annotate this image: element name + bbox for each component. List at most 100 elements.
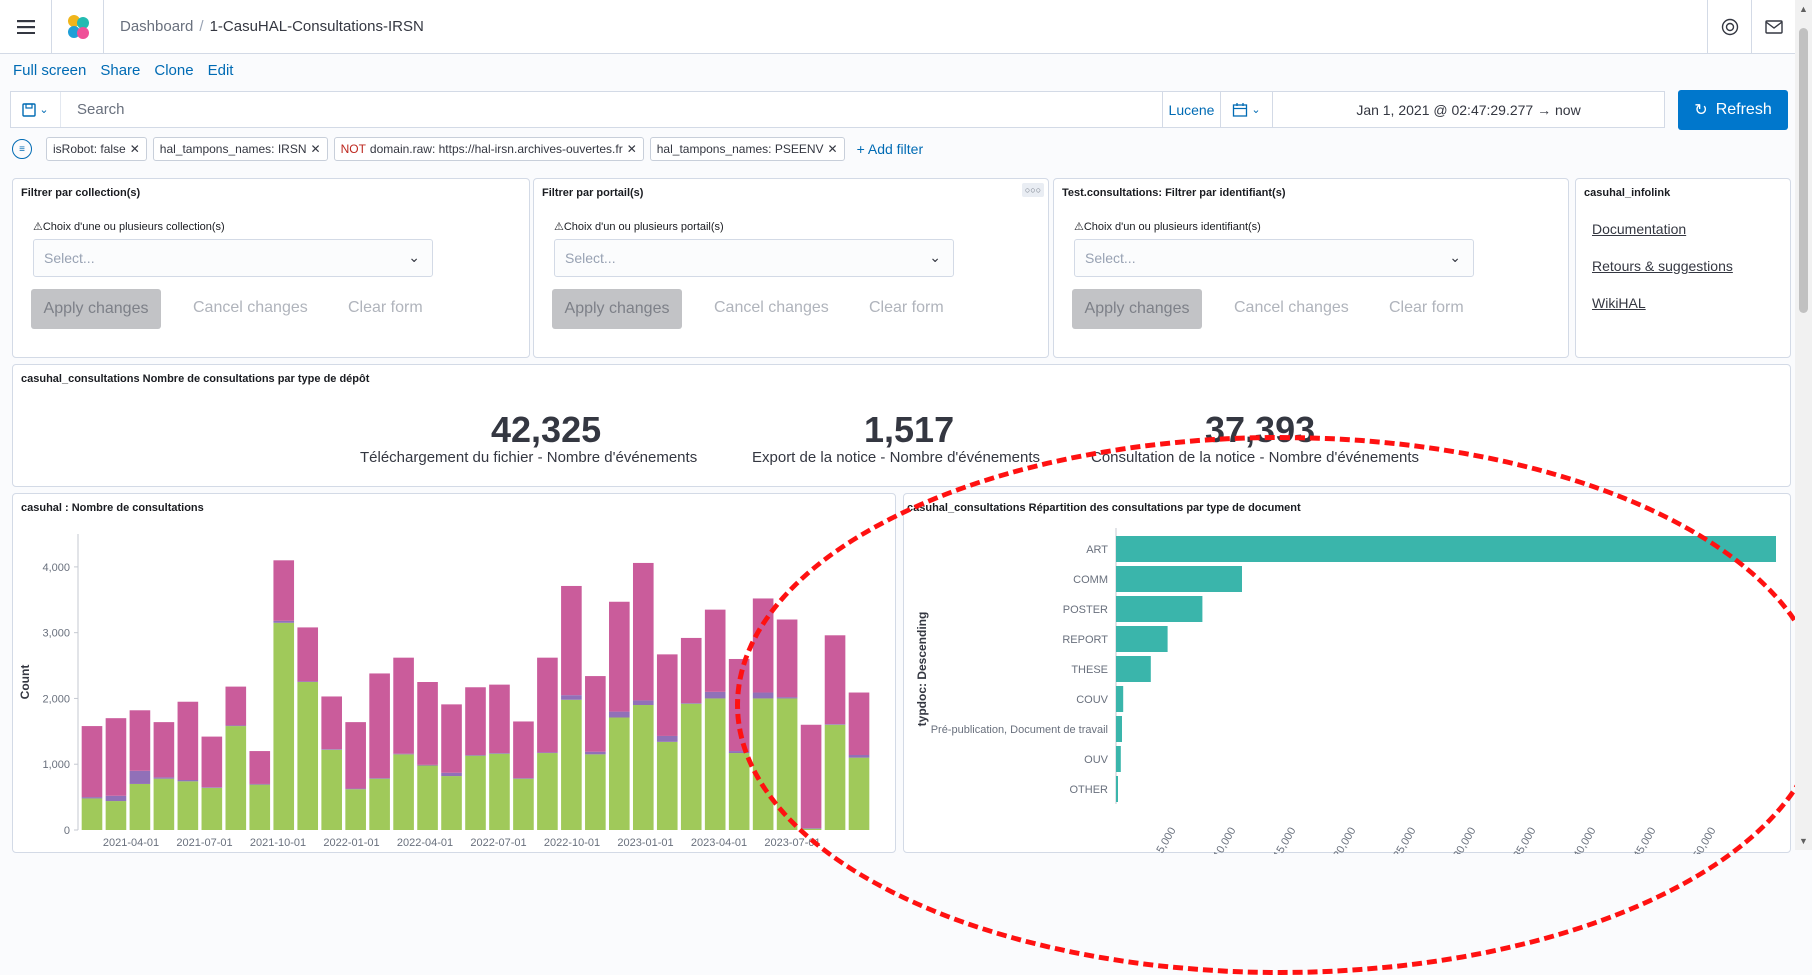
panel-title: casuhal_consultations Nombre de consulta… bbox=[21, 373, 370, 385]
refresh-label: Refresh bbox=[1715, 101, 1772, 118]
apply-changes-button[interactable]: Apply changes bbox=[552, 289, 682, 329]
refresh-button[interactable]: ↻ Refresh bbox=[1678, 90, 1788, 130]
mail-icon[interactable] bbox=[1751, 0, 1795, 54]
scrollbar-thumb[interactable] bbox=[1799, 28, 1808, 313]
bar-segment bbox=[704, 698, 726, 830]
wikihal-link[interactable]: WikiHAL bbox=[1592, 295, 1646, 311]
x-tick-label: 2021-10-01 bbox=[250, 837, 306, 849]
bar bbox=[1116, 626, 1168, 652]
chevron-down-icon: ⌄ bbox=[1251, 104, 1261, 116]
collection-select[interactable]: Select... ⌄ bbox=[33, 239, 433, 277]
retours-suggestions-link[interactable]: Retours & suggestions bbox=[1592, 258, 1733, 274]
bar-segment bbox=[393, 753, 414, 755]
chevron-down-icon: ⌄ bbox=[39, 104, 49, 116]
scroll-up-icon[interactable]: ▲ bbox=[1799, 4, 1808, 14]
bar-segment bbox=[129, 710, 151, 771]
apply-changes-button[interactable]: Apply changes bbox=[31, 289, 161, 329]
close-icon[interactable]: ✕ bbox=[130, 142, 140, 156]
bar-segment bbox=[656, 741, 678, 830]
bar-segment bbox=[656, 654, 678, 736]
y-tick-label: 0 bbox=[64, 825, 70, 837]
full-screen-link[interactable]: Full screen bbox=[13, 62, 86, 79]
horizontal-bar-chart: typdoc: Descending ART COMM POSTER REPORT THE… bbox=[915, 528, 1776, 854]
filter-options-icon[interactable]: ≡ bbox=[12, 139, 32, 159]
bar-segment bbox=[129, 783, 151, 830]
bar-segment bbox=[632, 700, 654, 706]
bar-segment bbox=[177, 701, 199, 781]
bar-segment bbox=[800, 828, 822, 830]
breadcrumb-dashboard[interactable]: Dashboard bbox=[120, 18, 193, 35]
bar-segment bbox=[249, 751, 271, 784]
x-tick-label: 2022-04-01 bbox=[397, 837, 453, 849]
scrollbar[interactable]: ▲ ▼ bbox=[1795, 0, 1812, 850]
control-label: ⚠Choix d'une ou plusieurs collection(s) bbox=[33, 221, 225, 233]
scroll-down-icon[interactable]: ▼ bbox=[1799, 836, 1808, 846]
bar-segment bbox=[81, 797, 103, 799]
filter-pill[interactable]: isRobot: false ✕ bbox=[46, 137, 147, 161]
bar-segment bbox=[177, 781, 199, 830]
panel-options-icon[interactable]: ○○○ bbox=[1022, 183, 1044, 197]
close-icon[interactable]: ✕ bbox=[627, 142, 637, 156]
query-bar: ⌄ Search Lucene ⌄ Jan 1, 2021 @ 02:47:29… bbox=[10, 91, 1665, 128]
bar-segment bbox=[609, 601, 630, 712]
filter-label: domain.raw: https://hal-irsn.archives-ou… bbox=[369, 142, 623, 156]
x-tick-label: 2023-01-01 bbox=[617, 837, 673, 849]
clear-form-button[interactable]: Clear form bbox=[869, 299, 944, 317]
bar-segment bbox=[345, 789, 366, 830]
identifiant-select[interactable]: Select... ⌄ bbox=[1074, 239, 1474, 277]
filter-label: hal_tampons_names: IRSN bbox=[159, 142, 307, 156]
date-quick-select[interactable]: ⌄ bbox=[1220, 92, 1272, 127]
bar-segment bbox=[585, 751, 606, 755]
x-tick-label: 2021-07-01 bbox=[176, 837, 232, 849]
filter-pill[interactable]: hal_tampons_names: PSEENV ✕ bbox=[649, 137, 845, 161]
cancel-changes-button[interactable]: Cancel changes bbox=[714, 299, 829, 317]
share-link[interactable]: Share bbox=[100, 62, 140, 79]
kibana-logo-icon[interactable] bbox=[52, 0, 104, 54]
bar-segment bbox=[537, 752, 558, 754]
menu-icon[interactable] bbox=[0, 0, 52, 54]
bar-segment bbox=[776, 698, 798, 830]
help-icon[interactable] bbox=[1707, 0, 1751, 54]
close-icon[interactable]: ✕ bbox=[311, 142, 321, 156]
edit-link[interactable]: Edit bbox=[208, 62, 234, 79]
close-icon[interactable]: ✕ bbox=[828, 142, 838, 156]
bar-segment bbox=[800, 724, 822, 829]
category-label: COUV bbox=[1076, 694, 1108, 706]
search-input[interactable]: Search bbox=[61, 101, 1162, 118]
date-range[interactable]: Jan 1, 2021 @ 02:47:29.277 → now bbox=[1272, 92, 1664, 127]
filter-pill[interactable]: hal_tampons_names: IRSN ✕ bbox=[152, 137, 328, 161]
bar-segment bbox=[824, 724, 846, 725]
clone-link[interactable]: Clone bbox=[154, 62, 193, 79]
bar-segment bbox=[81, 726, 103, 798]
bar-segment bbox=[177, 780, 199, 782]
filter-pill[interactable]: NOT domain.raw: https://hal-irsn.archives… bbox=[333, 137, 644, 161]
bar-segment bbox=[441, 776, 462, 830]
metric-label-consultation: Consultation de la notice - Nombre d'évé… bbox=[1091, 449, 1420, 466]
bar-segment bbox=[249, 783, 271, 785]
clear-form-button[interactable]: Clear form bbox=[348, 299, 423, 317]
bar bbox=[1116, 746, 1121, 772]
bar-segment bbox=[273, 622, 295, 830]
apply-changes-button[interactable]: Apply changes bbox=[1072, 289, 1202, 329]
control-panel-collection: Filtrer par collection(s) ⚠Choix d'une o… bbox=[12, 178, 530, 358]
bar-segment bbox=[465, 687, 486, 756]
add-filter-button[interactable]: + Add filter bbox=[857, 141, 924, 157]
query-language-button[interactable]: Lucene bbox=[1162, 92, 1220, 127]
cancel-changes-button[interactable]: Cancel changes bbox=[193, 299, 308, 317]
bar bbox=[1116, 566, 1242, 592]
category-label: Pré-publication, Document de travail bbox=[931, 724, 1108, 736]
x-tick-label: 2022-10-01 bbox=[544, 837, 600, 849]
y-tick-label: 2,000 bbox=[42, 693, 70, 705]
cancel-changes-button[interactable]: Cancel changes bbox=[1234, 299, 1349, 317]
bar-segment bbox=[704, 609, 726, 692]
bar-segment bbox=[153, 722, 175, 778]
bar-segment bbox=[441, 772, 462, 777]
bar-segment bbox=[824, 635, 846, 725]
panel-title: casuhal_infolink bbox=[1584, 187, 1671, 199]
saved-query-button[interactable]: ⌄ bbox=[11, 92, 61, 127]
clear-form-button[interactable]: Clear form bbox=[1389, 299, 1464, 317]
chart-panel-typedoc: casuhal_consultations Répartition des co… bbox=[903, 493, 1791, 854]
breadcrumb-separator: / bbox=[199, 18, 204, 35]
portail-select[interactable]: Select... ⌄ bbox=[554, 239, 954, 277]
documentation-link[interactable]: Documentation bbox=[1592, 221, 1686, 237]
